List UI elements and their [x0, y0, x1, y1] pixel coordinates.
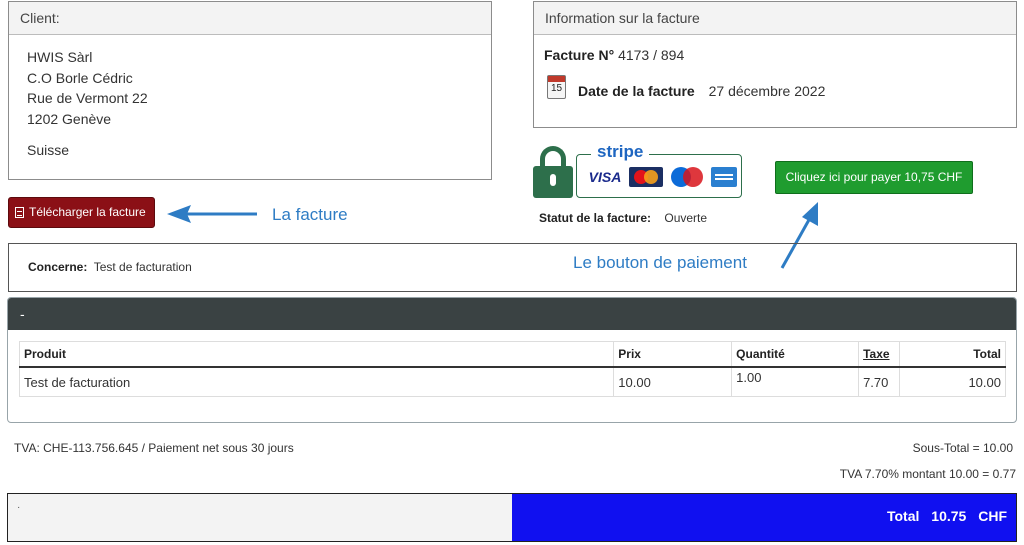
cell-total: 10.00 — [899, 367, 1006, 397]
subtotal: Sous-Total = 10.00 — [912, 441, 1013, 455]
invoice-number-label: Facture N° — [544, 47, 615, 63]
visa-icon: VISA — [588, 169, 622, 185]
invoice-number-line: Facture N° 4173 / 894 — [544, 47, 684, 63]
table-header-row: Produit Prix Quantité Taxe Total — [18, 341, 1006, 368]
col-total: Total — [899, 341, 1006, 368]
download-invoice-button[interactable]: Télécharger la facture — [8, 197, 155, 228]
col-qty: Quantité — [731, 341, 860, 368]
client-address: HWIS Sàrl C.O Borle Cédric Rue de Vermon… — [9, 35, 491, 161]
arrow-annotation-invoice — [167, 205, 257, 223]
total-currency: CHF — [978, 508, 1007, 524]
total-left-note: · — [17, 502, 21, 513]
amex-icon — [711, 167, 737, 187]
col-price: Prix — [613, 341, 733, 368]
client-name: HWIS Sàrl — [27, 49, 93, 65]
maestro-icon — [669, 167, 705, 187]
invoice-info-panel: Information sur la facture Facture N° 41… — [533, 1, 1017, 128]
calendar-icon: 15 — [547, 75, 566, 99]
lock-keyhole — [550, 174, 556, 186]
calendar-icon-day: 15 — [550, 83, 563, 94]
client-street: Rue de Vermont 22 — [27, 90, 148, 106]
total-amount-box: Total 10.75 CHF — [512, 494, 1016, 541]
concerne-line: Concerne: Test de facturation — [28, 260, 192, 274]
invoice-status: Statut de la facture: Ouverte — [539, 211, 707, 225]
invoice-date-label: Date de la facture — [578, 83, 695, 99]
concerne-panel: Concerne: Test de facturation — [8, 243, 1017, 292]
client-city: 1202 Genève — [27, 110, 112, 127]
cell-qty: 1.00 — [731, 367, 860, 397]
pdf-icon — [15, 207, 24, 218]
client-panel: Client: HWIS Sàrl C.O Borle Cédric Rue d… — [8, 1, 492, 180]
client-header: Client: — [9, 2, 491, 35]
col-tax-sort[interactable]: Taxe — [858, 341, 901, 368]
invoice-status-label: Statut de la facture: — [539, 211, 652, 225]
invoice-status-value: Ouverte — [664, 211, 708, 225]
stripe-logo: stripe — [591, 142, 650, 162]
tva-note: TVA: CHE-113.756.645 / Paiement net sous… — [14, 441, 294, 455]
table-row: Test de facturation 10.00 1.00 7.70 10.0… — [18, 367, 1006, 397]
cell-tax: 7.70 — [858, 367, 901, 397]
client-contact: C.O Borle Cédric — [27, 69, 133, 86]
invoice-number-sep: / — [653, 47, 657, 63]
total-bar: · Total 10.75 CHF — [7, 493, 1017, 542]
total-value: 10.75 — [931, 508, 967, 524]
cell-price: 10.00 — [613, 367, 733, 397]
cell-product: Test de facturation — [18, 367, 615, 397]
invoice-date-line: Date de la facture 27 décembre 2022 — [578, 83, 825, 99]
download-invoice-label: Télécharger la facture — [29, 205, 146, 219]
annotation-invoice-label: La facture — [272, 205, 348, 224]
stripe-secure-badge: VISA stripe — [533, 142, 743, 200]
invoice-info-header: Information sur la facture — [534, 2, 1016, 35]
col-product: Produit — [18, 341, 615, 368]
invoice-number-value: 4173 — [618, 47, 650, 63]
tva-amount: TVA 7.70% montant 10.00 = 0.77 — [839, 467, 1016, 481]
products-table: Produit Prix Quantité Taxe Total Test de… — [18, 341, 1006, 397]
invoice-date-value: 27 décembre 2022 — [708, 83, 826, 99]
concerne-value: Test de facturation — [93, 260, 192, 274]
total-label: Total — [886, 508, 920, 524]
pay-button[interactable]: Cliquez ici pour payer 10,75 CHF — [775, 161, 973, 194]
concerne-label: Concerne: — [28, 260, 88, 274]
invoice-number-total: 894 — [660, 47, 685, 63]
client-country: Suisse — [27, 142, 70, 158]
mastercard-icon — [629, 167, 663, 187]
products-panel: - Produit Prix Quantité Taxe Total Test … — [7, 297, 1017, 423]
products-section-title: - — [8, 298, 1016, 330]
